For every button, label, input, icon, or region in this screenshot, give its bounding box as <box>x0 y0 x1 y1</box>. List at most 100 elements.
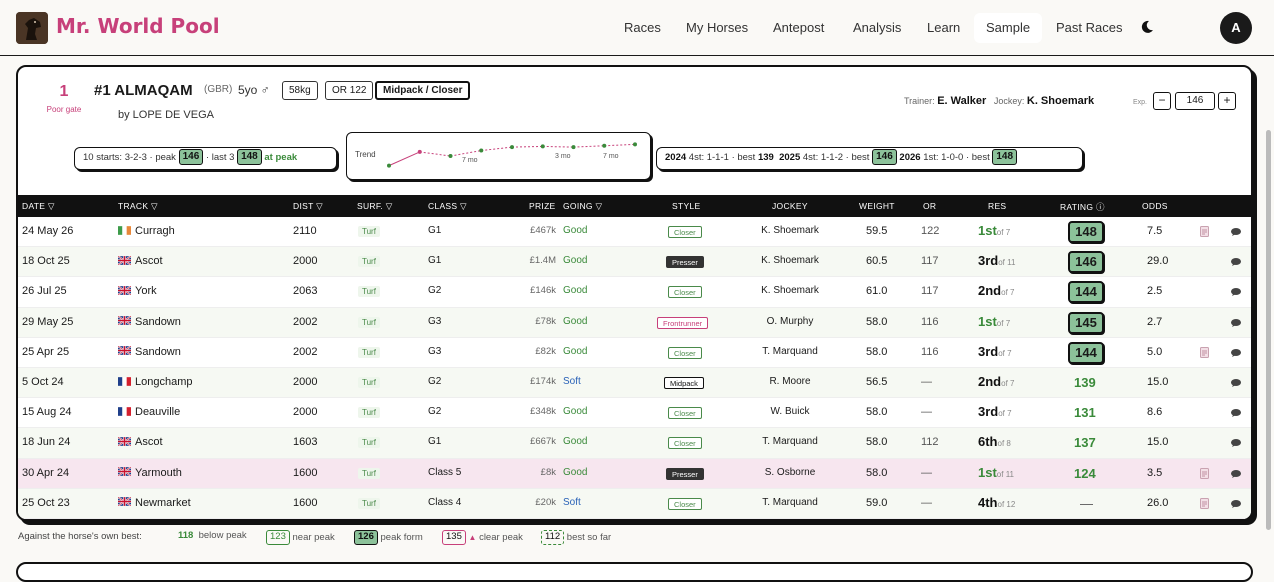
comment-icon[interactable] <box>1231 378 1241 387</box>
table-row[interactable]: 29 May 25 Sandown 2002 Turf G3 £78k Good Frontr… <box>18 307 1251 338</box>
rating-badge[interactable]: 148 <box>1068 221 1104 243</box>
exp-increment-button[interactable]: + <box>1218 92 1236 110</box>
table-row[interactable]: 30 Apr 24 Yarmouth 1600 Turf Class 5 £8k Good P… <box>18 458 1251 489</box>
note-icon[interactable] <box>1200 467 1209 479</box>
row-track[interactable]: Newmarket <box>118 497 191 509</box>
row-style-tag: Closer <box>668 437 702 450</box>
season-2024-best-label: · best <box>731 152 756 163</box>
note-icon[interactable] <box>1200 497 1209 509</box>
row-jockey[interactable]: K. Shoemark <box>758 225 822 236</box>
nav-races[interactable]: Races <box>624 13 661 43</box>
page-scrollbar[interactable] <box>1266 130 1271 530</box>
row-jockey[interactable]: W. Buick <box>758 406 822 417</box>
row-track[interactable]: Sandown <box>118 346 181 358</box>
row-surface: Turf <box>358 286 380 298</box>
note-icon[interactable] <box>1200 226 1209 237</box>
row-surface: Turf <box>358 226 380 237</box>
row-position: 3rd <box>978 404 999 420</box>
row-jockey[interactable]: K. Shoemark <box>758 255 822 266</box>
nav-analysis[interactable]: Analysis <box>853 13 901 43</box>
col-rating[interactable]: RATING ⓘ <box>1060 201 1105 213</box>
row-jockey[interactable]: T. Marquand <box>758 436 822 447</box>
comment-icon[interactable] <box>1231 439 1241 448</box>
uk-flag-icon <box>118 316 131 326</box>
exp-value-input[interactable]: 146 <box>1175 92 1215 110</box>
row-track[interactable]: Curragh <box>118 225 175 237</box>
row-track[interactable]: Longchamp <box>118 376 193 388</box>
row-track[interactable]: York <box>118 285 157 297</box>
row-jockey[interactable]: T. Marquand <box>758 497 822 508</box>
row-jockey[interactable]: K. Shoemark <box>758 285 822 296</box>
col-date[interactable]: DATE ▽ <box>22 201 55 212</box>
rating-badge[interactable]: 146 <box>1068 251 1104 274</box>
comment-icon[interactable] <box>1231 228 1241 236</box>
row-jockey[interactable]: R. Moore <box>758 376 822 387</box>
col-dist[interactable]: DIST ▽ <box>293 201 323 212</box>
table-row[interactable]: 25 Apr 25 Sandown 2002 Turf G3 £82k Good Closer… <box>18 338 1251 368</box>
user-avatar[interactable]: A <box>1220 12 1252 44</box>
comment-icon[interactable] <box>1231 348 1241 357</box>
row-odds: 29.0 <box>1147 255 1169 268</box>
comment-icon[interactable] <box>1231 499 1241 508</box>
comment-icon[interactable] <box>1231 409 1241 418</box>
note-icon[interactable] <box>1200 346 1209 358</box>
table-row[interactable]: 24 May 26 Curragh 2110 Turf G1 £467k Good Close… <box>18 217 1251 248</box>
table-row[interactable]: 18 Jun 24 Ascot 1603 Turf G1 £667k Good Closer T… <box>18 428 1251 459</box>
row-jockey[interactable]: O. Murphy <box>758 316 822 327</box>
row-surface: Turf <box>358 437 380 449</box>
row-going: Good <box>563 406 588 418</box>
trend-sparkline[interactable]: Trend 7 mo 3 mo 7 mo <box>346 132 651 180</box>
row-date: 25 Apr 25 <box>22 345 70 358</box>
rating-value[interactable]: 137 <box>1074 435 1096 450</box>
ireland-flag-icon <box>118 225 131 235</box>
row-jockey[interactable]: S. Osborne <box>758 467 822 478</box>
row-or: — <box>921 375 932 388</box>
nav-antepost[interactable]: Antepost <box>773 13 824 43</box>
col-class[interactable]: CLASS ▽ <box>428 201 467 212</box>
col-track[interactable]: TRACK ▽ <box>118 201 158 212</box>
row-jockey[interactable]: T. Marquand <box>758 346 822 357</box>
row-prize: £348k <box>530 406 556 418</box>
row-class: G2 <box>428 375 442 387</box>
nav-learn[interactable]: Learn <box>927 13 960 43</box>
row-track[interactable]: Yarmouth <box>118 467 182 479</box>
comment-icon[interactable] <box>1231 288 1241 297</box>
row-track-name: York <box>135 285 157 298</box>
row-track[interactable]: Sandown <box>118 316 181 328</box>
comment-icon[interactable] <box>1231 469 1241 478</box>
row-track[interactable]: Deauville <box>118 406 180 418</box>
rating-badge[interactable]: 144 <box>1068 281 1104 304</box>
table-row[interactable]: 15 Aug 24 Deauville 2000 Turf G2 £348k Good Clo… <box>18 398 1251 429</box>
row-prize: £82k <box>535 345 556 357</box>
rating-value[interactable]: 131 <box>1074 405 1096 420</box>
col-going[interactable]: GOING ▽ <box>563 201 602 212</box>
comment-icon[interactable] <box>1231 318 1241 327</box>
row-odds: 15.0 <box>1147 436 1169 449</box>
table-row[interactable]: 5 Oct 24 Longchamp 2000 Turf G2 £174k Soft Midp… <box>18 367 1251 399</box>
table-header: DATE ▽ TRACK ▽ DIST ▽ SURF. ▽ CLASS ▽ PR… <box>18 195 1251 217</box>
row-distance: 2000 <box>293 255 318 268</box>
table-row[interactable]: 18 Oct 25 Ascot 2000 Turf G1 £1.4M Good Presser… <box>18 247 1251 278</box>
col-surf[interactable]: SURF. ▽ <box>357 201 393 212</box>
row-track[interactable]: Ascot <box>118 255 163 267</box>
nav-my-horses[interactable]: My Horses <box>686 13 748 43</box>
table-row[interactable]: 25 Oct 23 Newmarket 1600 Turf Class 4 £20k Sof… <box>18 488 1251 519</box>
rating-value[interactable]: 139 <box>1074 375 1096 390</box>
nav-sample[interactable]: Sample <box>974 13 1043 43</box>
rating-value: — <box>1080 495 1093 511</box>
row-odds: 2.7 <box>1147 315 1163 328</box>
table-row[interactable]: 26 Jul 25 York 2063 Turf G2 £146k Good Closer K.… <box>18 277 1251 308</box>
nav-past-races[interactable]: Past Races <box>1056 13 1122 43</box>
rating-value[interactable]: 124 <box>1074 466 1096 481</box>
rating-badge[interactable]: 144 <box>1068 341 1104 364</box>
row-track-name: Curragh <box>135 225 175 237</box>
comment-icon[interactable] <box>1231 258 1241 267</box>
exp-decrement-button[interactable]: − <box>1153 92 1171 110</box>
rating-badge[interactable]: 145 <box>1068 311 1104 334</box>
dark-mode-moon-icon[interactable] <box>1139 19 1155 35</box>
row-position: 1st <box>978 313 997 329</box>
row-style-tag: Frontrunner <box>657 316 709 329</box>
row-or: 117 <box>921 255 939 268</box>
row-track[interactable]: Ascot <box>118 436 163 448</box>
row-result: 3rdof 7 <box>978 344 1012 359</box>
